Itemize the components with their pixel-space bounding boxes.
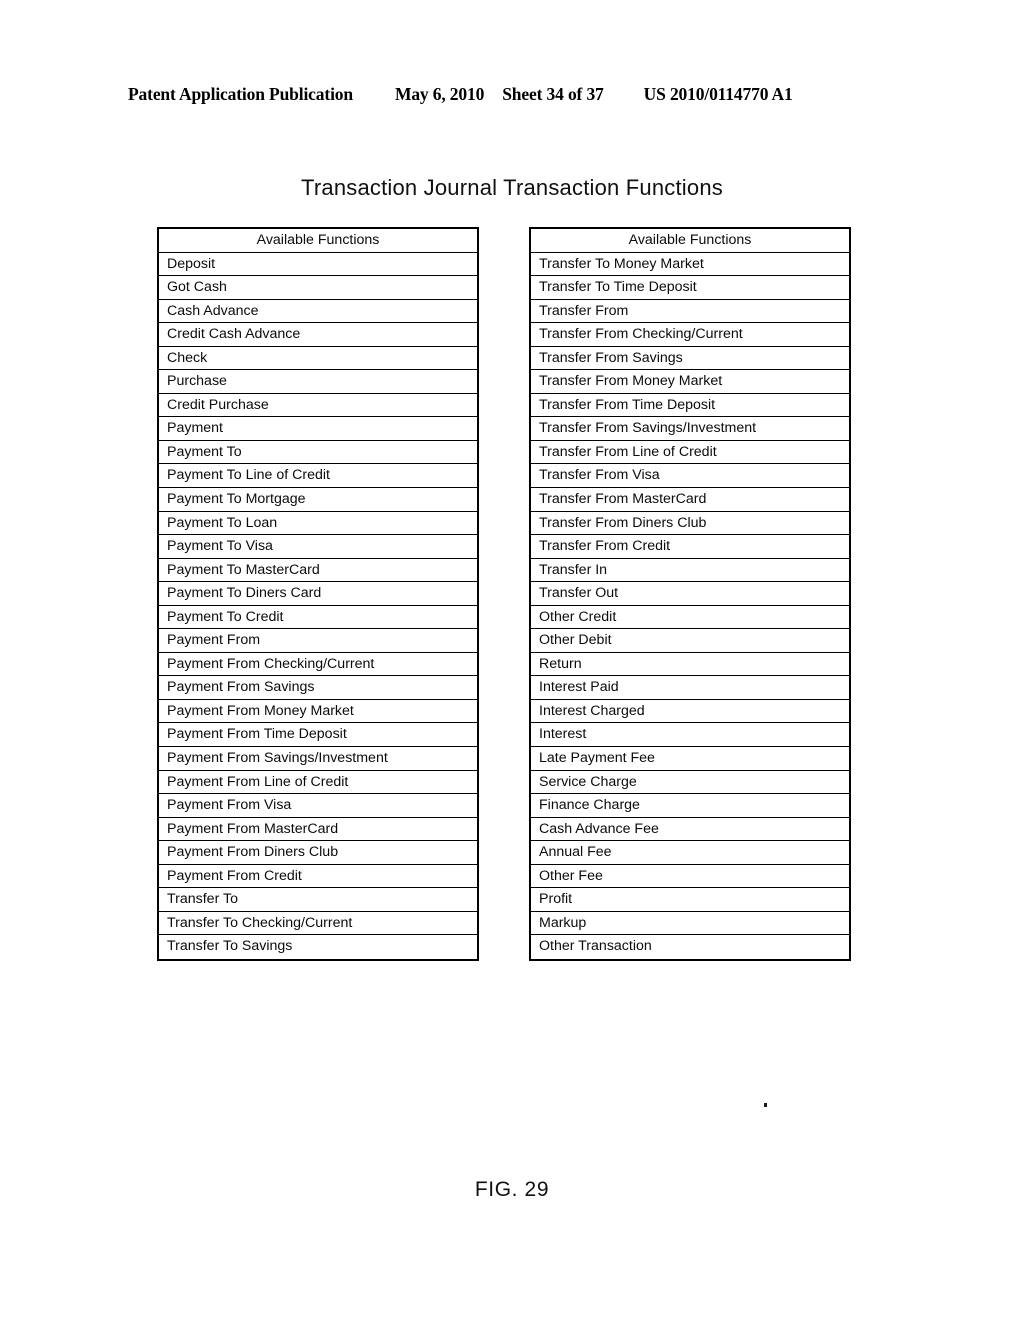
table-row: Payment From Time Deposit	[159, 723, 477, 748]
available-functions-tables: Available Functions Deposit Got Cash Cas…	[157, 227, 851, 961]
table-row: Credit Cash Advance	[159, 323, 477, 347]
table-row: Payment From Credit	[159, 865, 477, 889]
table-row: Transfer From MasterCard	[531, 488, 849, 512]
table-row: Interest Paid	[531, 676, 849, 700]
publication-date: May 6, 2010	[394, 84, 485, 104]
table-row: Payment From MasterCard	[159, 818, 477, 842]
table-row: Transfer To Money Market	[531, 253, 849, 277]
table-row: Got Cash	[159, 276, 477, 300]
table-row: Transfer From Visa	[531, 464, 849, 489]
table-row: Payment To Credit	[159, 606, 477, 630]
table-row: Payment From Savings/Investment	[159, 747, 477, 771]
column-header-available-functions: Available Functions	[159, 229, 477, 253]
table-row: Transfer From Line of Credit	[531, 441, 849, 465]
table-row: Transfer From Money Market	[531, 370, 849, 394]
sheet-number: Sheet 34 of 37	[502, 84, 604, 104]
table-row: Payment To MasterCard	[159, 559, 477, 583]
table-row: Check	[159, 347, 477, 371]
table-row: Profit	[531, 888, 849, 912]
table-row: Other Fee	[531, 865, 849, 889]
table-row: Other Transaction	[539, 938, 652, 955]
table-row: Cash Advance	[159, 300, 477, 324]
table-row: Purchase	[159, 370, 477, 394]
table-row: Payment From Visa	[159, 794, 477, 818]
table-row: Transfer From Savings/Investment	[531, 417, 849, 441]
table-row: Payment From Diners Club	[159, 841, 477, 865]
scan-artifact-dot	[764, 1103, 767, 1107]
figure-caption: FIG. 29	[474, 1178, 550, 1201]
table-row: Service Charge	[531, 771, 849, 795]
table-row: Transfer From Time Deposit	[531, 394, 849, 418]
table-row: Finance Charge	[531, 794, 849, 818]
table-row: Transfer To	[159, 888, 477, 912]
table-row: Transfer To Savings	[167, 938, 293, 955]
table-row: Payment To Mortgage	[159, 488, 477, 512]
available-functions-table-left: Available Functions Deposit Got Cash Cas…	[157, 227, 479, 961]
table-row: Transfer Out	[531, 582, 849, 606]
table-row: Transfer To Time Deposit	[531, 276, 849, 300]
table-row: Late Payment Fee	[531, 747, 849, 771]
table-row: Payment From	[159, 629, 477, 653]
table-row: Return	[531, 653, 849, 677]
column-header-available-functions: Available Functions	[531, 229, 849, 253]
table-row: Transfer From Credit	[531, 535, 849, 559]
table-row: Payment From Line of Credit	[159, 771, 477, 795]
table-row: Credit Purchase	[159, 394, 477, 418]
table-row: Transfer From	[531, 300, 849, 324]
table-row: Payment From Checking/Current	[159, 653, 477, 677]
table-row: Payment To Line of Credit	[159, 464, 477, 489]
table-row: Payment To Visa	[159, 535, 477, 559]
table-row: Payment To Diners Card	[159, 582, 477, 606]
table-row: Payment From Money Market	[159, 700, 477, 724]
table-row: Interest	[531, 723, 849, 748]
table-row: Transfer In	[531, 559, 849, 583]
table-row: Payment	[159, 417, 477, 441]
page-header: Patent Application Publication May 6, 20…	[128, 84, 896, 105]
table-row: Payment From Savings	[159, 676, 477, 700]
available-functions-table-right: Available Functions Transfer To Money Ma…	[529, 227, 851, 961]
table-row: Other Debit	[531, 629, 849, 653]
table-row: Payment To	[159, 441, 477, 465]
table-row: Interest Charged	[531, 700, 849, 724]
table-row: Transfer To Checking/Current	[159, 912, 477, 936]
table-row: Markup	[531, 912, 849, 936]
patent-number: US 2010/0114770 A1	[643, 84, 793, 104]
table-row: Cash Advance Fee	[531, 818, 849, 842]
figure-title: Transaction Journal Transaction Function…	[301, 175, 723, 200]
table-row: Annual Fee	[531, 841, 849, 865]
table-row: Payment To Loan	[159, 512, 477, 536]
table-row: Other Credit	[531, 606, 849, 630]
table-row: Transfer From Diners Club	[531, 512, 849, 536]
table-row: Transfer From Savings	[531, 347, 849, 371]
table-row: Deposit	[159, 253, 477, 277]
table-row: Transfer From Checking/Current	[531, 323, 849, 347]
publication-label: Patent Application Publication	[128, 84, 353, 104]
